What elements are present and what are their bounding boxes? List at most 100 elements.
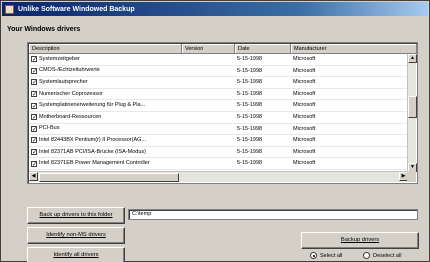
table-row[interactable]: Systemplatinenerweiterung für Plug & Pla… [29, 100, 408, 112]
driver-date: 5-15-1998 [237, 90, 263, 97]
driver-checkbox[interactable] [31, 113, 37, 123]
driver-version [182, 100, 235, 111]
vertical-scroll-thumb[interactable] [408, 96, 417, 118]
vertical-scrollbar[interactable]: ▲ ▼ [407, 54, 417, 172]
driver-version [182, 66, 235, 77]
select-all-label: Select all [320, 252, 343, 259]
driver-checkbox[interactable] [31, 90, 37, 99]
scroll-up-icon[interactable]: ▲ [408, 54, 417, 63]
list-header: Description Version Date Manufacturer [29, 44, 417, 54]
horizontal-scrollbar[interactable]: ◀ ▶ [29, 171, 408, 182]
driver-date: 5-15-1998 [237, 102, 263, 109]
driver-checkbox[interactable] [31, 160, 37, 169]
driver-description: CMOS-/Echtzeituhrwerte [39, 67, 100, 74]
table-row[interactable]: Intel 82371EB Power Management Controlle… [29, 158, 408, 170]
driver-description-cell: Intel 82371EB Power Management Controlle… [29, 158, 182, 169]
deselect-all-option[interactable]: Deselect all [363, 252, 401, 259]
driver-date: 5-15-1998 [237, 160, 263, 167]
driver-manufacturer: Microsoft [293, 125, 316, 132]
table-row[interactable]: Systemlautsprecher 5-15-1998 Microsoft [29, 77, 408, 89]
list-rows: Systemzeitgeber 5-15-1998 Microsoft CMOS-/E… [29, 54, 408, 182]
driver-description: Numerischer Coprozessor [39, 90, 103, 97]
driver-description: Systemzeitgeber [39, 55, 80, 62]
driver-description-cell: Systemplatinenerweiterung für Plug & Pla… [29, 100, 182, 111]
identify-all-label: Identify all drivers [53, 252, 99, 258]
table-row[interactable]: Intel 82443BX Pentium(r) II Processor(AG… [29, 135, 408, 147]
deselect-all-radio[interactable] [363, 252, 370, 259]
driver-manufacturer: Microsoft [293, 79, 316, 86]
select-all-option[interactable]: Select all [310, 252, 342, 259]
driver-manufacturer: Microsoft [293, 113, 316, 120]
driver-checkbox[interactable] [31, 125, 37, 134]
driver-description: Systemlautsprecher [39, 78, 88, 85]
drivers-list[interactable]: Description Version Date Manufacturer Sy… [27, 42, 418, 184]
driver-description-cell: Motherboard-Ressourcen [29, 112, 182, 123]
identify-non-ms-button[interactable]: Identify non-MS drivers [27, 227, 125, 244]
driver-description-cell: CMOS-/Echtzeituhrwerte [29, 66, 182, 76]
horizontal-scroll-thumb[interactable] [39, 173, 179, 182]
driver-description: Intel 82371EB Power Management Controlle… [39, 160, 150, 167]
table-row[interactable]: Intel 82371AB PCI/ISA-Brücke (ISA-Modus)… [29, 147, 408, 159]
table-row[interactable]: CMOS-/Echtzeituhrwerte 5-15-1998 Microsoft [29, 66, 408, 78]
driver-date: 5-15-1998 [237, 137, 263, 144]
column-header-date[interactable]: Date [235, 44, 291, 54]
driver-version [182, 89, 235, 100]
table-row[interactable]: PCI-Bus 5-15-1998 Microsoft [29, 124, 408, 136]
driver-manufacturer: Microsoft [293, 56, 316, 62]
driver-description-cell: Numerischer Coprozessor [29, 89, 182, 99]
driver-date: 5-15-1998 [237, 113, 263, 120]
driver-checkbox[interactable] [31, 136, 37, 146]
identify-all-button[interactable]: Identify all drivers [27, 247, 125, 262]
backup-drivers-button[interactable]: Backup drivers [301, 232, 419, 249]
column-header-description[interactable]: Description [29, 44, 182, 54]
driver-checkbox[interactable] [31, 67, 37, 76]
driver-description-cell: Intel 82371AB PCI/ISA-Brücke (ISA-Modus) [29, 147, 182, 157]
driver-date: 5-15-1998 [237, 79, 263, 86]
driver-manufacturer: Microsoft [293, 148, 316, 155]
driver-description: Motherboard-Ressourcen [39, 113, 102, 120]
driver-version [182, 158, 235, 169]
driver-description-cell: Systemzeitgeber [29, 54, 182, 65]
column-header-manufacturer[interactable]: Manufacturer [291, 44, 417, 54]
table-row[interactable]: Systemzeitgeber 5-15-1998 Microsoft [29, 54, 408, 66]
backup-to-folder-label: Back up drivers to this folder [39, 212, 113, 218]
driver-manufacturer: Microsoft [293, 137, 316, 144]
table-row[interactable]: Numerischer Coprozessor 5-15-1998 Microsof… [29, 89, 408, 101]
driver-checkbox[interactable] [31, 78, 37, 88]
size-grip [407, 171, 416, 182]
select-all-radio[interactable] [310, 252, 317, 259]
app-window: Unlike Software Windowed Backup Your Win… [0, 0, 430, 262]
driver-date: 5-15-1998 [237, 67, 263, 74]
driver-description: Intel 82443BX Pentium(r) II Processor(AG… [39, 136, 146, 143]
app-icon [5, 4, 14, 14]
driver-description: Systemplatinenerweiterung für Plug & Pla… [39, 102, 146, 109]
backup-path-input[interactable]: C:\temp [128, 209, 418, 220]
driver-manufacturer: Microsoft [293, 160, 316, 167]
driver-description-cell: PCI-Bus [29, 124, 182, 134]
driver-version [182, 77, 235, 88]
window-title: Unlike Software Windowed Backup [18, 5, 135, 13]
title-bar: Unlike Software Windowed Backup [2, 2, 428, 16]
driver-version [182, 147, 235, 158]
driver-date: 5-15-1998 [237, 125, 263, 132]
driver-version [182, 124, 235, 135]
driver-version [182, 54, 235, 65]
table-row[interactable]: Motherboard-Ressourcen 5-15-1998 Microsoft [29, 112, 408, 124]
backup-drivers-label: Backup drivers [340, 237, 380, 243]
driver-description: Intel 82371AB PCI/ISA-Brücke (ISA-Modus) [39, 148, 146, 155]
driver-date: 5-15-1998 [237, 56, 263, 62]
driver-description-cell: Systemlautsprecher [29, 77, 182, 88]
driver-description-cell: Intel 82443BX Pentium(r) II Processor(AG… [29, 135, 182, 146]
scroll-left-icon[interactable]: ◀ [29, 172, 38, 181]
section-title: Your Windows drivers [7, 26, 81, 33]
column-header-version[interactable]: Version [182, 44, 235, 54]
driver-manufacturer: Microsoft [293, 90, 316, 97]
driver-manufacturer: Microsoft [293, 102, 316, 109]
driver-version [182, 135, 235, 146]
identify-non-ms-label: Identify non-MS drivers [46, 232, 106, 238]
driver-checkbox[interactable] [31, 102, 37, 111]
driver-version [182, 112, 235, 123]
driver-checkbox[interactable] [31, 55, 37, 65]
driver-checkbox[interactable] [31, 148, 37, 157]
backup-to-folder-button[interactable]: Back up drivers to this folder [27, 207, 125, 224]
